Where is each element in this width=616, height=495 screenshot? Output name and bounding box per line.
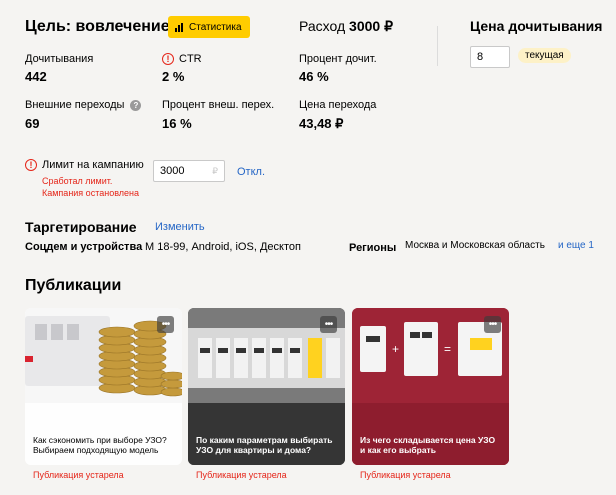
publication-status: Публикация устарела — [196, 470, 287, 480]
external-clicks-metric: Внешние переходы ? — [25, 99, 142, 111]
limit-input-value: 3000 — [160, 165, 185, 177]
ctr-label: CTR — [179, 53, 202, 65]
goal-title: Цель: вовлечение — [25, 18, 170, 35]
currency-symbol: ₽ — [212, 165, 218, 176]
warning-icon: ! — [25, 159, 37, 171]
ctr-value: 2 % — [162, 69, 185, 84]
audience-label: Соцдем и устройства — [25, 241, 143, 253]
campaign-limit: ! Лимит на кампанию — [25, 159, 144, 171]
spend-value: 3000 ₽ — [349, 18, 393, 34]
limit-warning-line2: Кампания остановлена — [42, 188, 140, 198]
read-percent-label: Процент дочит. — [299, 53, 377, 65]
publication-card[interactable]: ••• По каким параметрам выбирать УЗО для… — [188, 308, 345, 465]
help-icon[interactable]: ? — [130, 99, 142, 111]
external-clicks-value: 69 — [25, 116, 40, 131]
limit-off-link[interactable]: Откл. — [237, 166, 265, 178]
regions-label: Регионы — [349, 242, 397, 254]
publication-title: По каким параметрам выбирать УЗО для ква… — [196, 435, 333, 455]
more-icon[interactable]: ••• — [320, 316, 337, 333]
divider — [437, 26, 438, 66]
statistics-button-label: Статистика — [189, 21, 242, 33]
warning-icon: ! — [162, 53, 174, 65]
campaign-limit-label: Лимит на кампанию — [42, 159, 144, 171]
limit-warning-line1: Сработал лимит. — [42, 176, 113, 186]
limit-input[interactable]: 3000 ₽ — [153, 160, 225, 182]
more-icon[interactable]: ••• — [157, 316, 174, 333]
publications-title: Публикации — [25, 277, 122, 294]
publication-status: Публикация устарела — [33, 470, 124, 480]
svg-text:+: + — [392, 342, 399, 356]
read-price-input[interactable]: 8 — [470, 46, 510, 68]
read-price-title: Цена дочитывания — [470, 18, 603, 34]
reads-label: Дочитывания — [25, 53, 94, 65]
publication-card[interactable]: ••• Как сэкономить при выборе УЗО? Выбир… — [25, 308, 182, 465]
click-price-label: Цена перехода — [299, 99, 377, 111]
external-clicks-label: Внешние переходы — [25, 99, 125, 111]
spend-label: Расход — [299, 18, 346, 34]
publication-title: Как сэкономить при выборе УЗО? Выбираем … — [33, 435, 167, 455]
targeting-edit-link[interactable]: Изменить — [155, 221, 205, 233]
regions-more-link[interactable]: и еще 1 — [558, 240, 594, 251]
targeting-title: Таргетирование — [25, 219, 137, 235]
spend: Расход 3000 ₽ — [299, 18, 393, 35]
click-price-value: 43,48 ₽ — [299, 116, 344, 131]
publication-card[interactable]: + = ••• Из чего складывается цена УЗО и … — [352, 308, 509, 465]
bar-chart-icon — [175, 22, 183, 32]
svg-text:=: = — [444, 342, 451, 356]
reads-value: 442 — [25, 69, 47, 84]
external-clicks-percent-value: 16 % — [162, 116, 192, 131]
publication-status: Публикация устарела — [360, 470, 451, 480]
publication-title: Из чего складывается цена УЗО и как его … — [360, 435, 496, 455]
external-clicks-percent-label: Процент внеш. перех. — [162, 99, 275, 111]
ctr-metric: ! CTR — [162, 53, 202, 65]
read-percent-value: 46 % — [299, 69, 329, 84]
audience-value: М 18-99, Android, iOS, Десктоп — [145, 241, 301, 253]
regions-value: Москва и Московская область — [405, 240, 545, 251]
current-badge: текущая — [518, 48, 571, 63]
more-icon[interactable]: ••• — [484, 316, 501, 333]
statistics-button[interactable]: Статистика — [168, 16, 250, 38]
